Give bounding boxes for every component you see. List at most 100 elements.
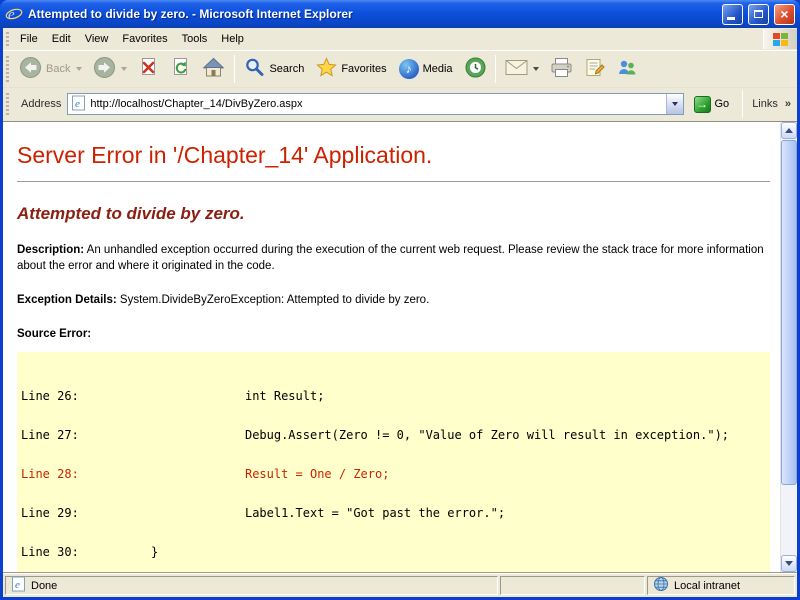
done-page-icon: e [11,576,26,595]
code-line: Line 27: Debug.Assert(Zero != 0, "Value … [21,429,766,442]
exception-details-text: System.DivideByZeroException: Attempted … [120,294,429,306]
forward-icon [93,56,116,82]
menu-help[interactable]: Help [214,29,251,49]
divider [17,181,770,182]
edit-icon [584,57,605,81]
media-label: Media [423,63,454,75]
forward-dropdown-icon[interactable] [121,67,127,71]
address-dropdown-button[interactable] [666,94,683,114]
edit-button[interactable] [579,54,610,84]
source-error-label: Source Error: [17,326,770,342]
toolbar-separator [495,55,496,83]
history-button[interactable] [460,54,491,84]
standard-buttons-toolbar: Back Search Favorites [3,51,797,88]
chevron-down-icon [672,102,678,106]
print-button[interactable] [545,54,578,84]
menu-edit[interactable]: Edit [45,29,78,49]
browser-viewport: Server Error in '/Chapter_14' Applicatio… [3,122,797,572]
messenger-button[interactable] [611,54,643,84]
messenger-icon [616,57,638,81]
home-icon [202,57,225,81]
error-page: Server Error in '/Chapter_14' Applicatio… [3,122,780,572]
back-dropdown-icon[interactable] [76,67,82,71]
menu-view[interactable]: View [78,29,116,49]
status-text: Done [31,580,57,592]
description: Description: An unhandled exception occu… [17,242,770,274]
favorites-label: Favorites [341,63,387,75]
status-bar: e Done Local intranet [3,572,797,597]
refresh-button[interactable] [165,54,196,84]
scrollbar-track[interactable] [781,139,797,555]
links-chevron-icon[interactable]: » [785,98,791,110]
error-subtitle: Attempted to divide by zero. [17,204,780,224]
page-icon: e [71,95,86,114]
exception-details: Exception Details: System.DivideByZeroEx… [17,292,770,308]
go-label: Go [715,98,730,110]
search-icon [244,57,265,81]
highlighted-error-line: Line 28: Result = One / Zero; [21,468,766,481]
toolbar-separator [234,55,235,83]
windows-logo [763,29,797,49]
status-empty-pane [500,576,645,595]
print-icon [550,57,573,81]
mail-dropdown-icon[interactable] [533,67,539,71]
maximize-button[interactable] [748,4,769,25]
mail-icon [505,59,528,79]
media-icon: ♪ [399,59,419,79]
menu-tools[interactable]: Tools [175,29,215,49]
zone-text: Local intranet [674,580,740,592]
code-line: Line 29: Label1.Text = "Got past the err… [21,507,766,520]
minimize-button[interactable] [722,4,743,25]
code-line: Line 26: int Result; [21,390,766,403]
scrollbar-thumb[interactable] [781,140,797,485]
security-zone-pane: Local intranet [647,576,795,595]
window-title: Attempted to divide by zero. - Microsoft… [28,7,717,21]
maximize-icon [754,10,763,18]
search-button[interactable]: Search [239,54,310,84]
refresh-icon [170,57,191,81]
back-button[interactable]: Back [14,53,87,85]
menu-file[interactable]: File [13,29,45,49]
scroll-down-button[interactable] [781,555,797,572]
windows-flag-icon [773,33,788,46]
address-input[interactable] [90,94,661,114]
minimize-icon [727,17,735,20]
source-error-code-box: Line 26: int Result; Line 27: Debug.Asse… [17,352,770,572]
search-label: Search [269,63,305,75]
page-title: Server Error in '/Chapter_14' Applicatio… [17,142,780,169]
window-body: File Edit View Favorites Tools Help Back [3,28,797,597]
mail-button[interactable] [500,56,544,82]
ie-window: e Attempted to divide by zero. - Microso… [0,0,800,600]
scroll-up-button[interactable] [781,122,797,139]
favorites-star-icon [316,57,337,81]
links-label[interactable]: Links [752,98,778,110]
ie-logo-icon: e [5,5,23,23]
toolbar-grip[interactable] [6,93,9,115]
history-icon [465,57,486,81]
toolbar-grip[interactable] [6,56,9,82]
code-line: Line 30: } [21,546,766,559]
exception-details-label: Exception Details: [17,294,117,306]
menubar: File Edit View Favorites Tools Help [3,28,797,51]
menu-favorites[interactable]: Favorites [115,29,174,49]
media-button[interactable]: ♪ Media [394,56,459,82]
toolbar-separator [742,90,743,118]
svg-text:e: e [15,579,20,591]
address-label: Address [19,98,61,110]
arrow-down-icon [785,561,793,566]
description-text: An unhandled exception occurred during t… [17,244,764,272]
status-text-pane: e Done [5,576,498,595]
stop-icon [138,57,159,81]
go-button[interactable]: → Go [690,94,734,115]
close-button[interactable]: × [774,4,795,25]
go-arrow-icon: → [694,96,711,113]
stop-button[interactable] [133,54,164,84]
arrow-up-icon [785,128,793,133]
titlebar[interactable]: e Attempted to divide by zero. - Microso… [0,0,800,28]
vertical-scrollbar[interactable] [780,122,797,572]
favorites-button[interactable]: Favorites [311,54,392,84]
svg-text:e: e [75,98,80,110]
forward-button[interactable] [88,53,132,85]
toolbar-grip[interactable] [6,32,9,46]
home-button[interactable] [197,54,230,84]
